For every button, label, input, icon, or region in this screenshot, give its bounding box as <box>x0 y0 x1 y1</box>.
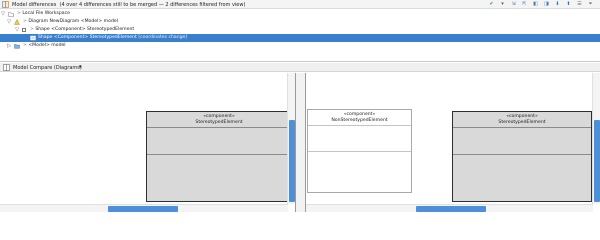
right-horizontal-scrollbar[interactable] <box>306 204 593 212</box>
scroll-thumb[interactable] <box>594 120 600 202</box>
diff-toolbar: ✔ ▾ ⇲ ⇱ ◧ ◨ ⬇ ⬆ ☰ ⏷ <box>488 1 594 8</box>
collapse-arrow-icon[interactable]: ▽ <box>14 26 20 34</box>
tree-item-prefix: > <box>23 19 27 24</box>
tree-item-label: Shape <Component> StereotypedElement <box>38 35 137 40</box>
compartment-divider <box>308 151 411 152</box>
diagram-icon <box>14 19 20 25</box>
left-vertical-scrollbar[interactable] <box>287 73 295 204</box>
model-compare-tab[interactable]: Model Compare (Diagrams) ▾ <box>0 63 600 72</box>
component-shape-left[interactable]: «component» StereotypedElement <box>146 111 292 202</box>
dropdown-icon[interactable]: ▾ <box>499 1 506 8</box>
scroll-thumb[interactable] <box>416 206 486 212</box>
tree-item-prefix: > <box>23 43 27 48</box>
tree-item-shape-change[interactable]: Shape <Component> StereotypedElement [co… <box>0 34 600 42</box>
accept-all-icon[interactable]: ⇲ <box>510 1 517 8</box>
tree-item-label: Shape <Component> StereotypedElement <box>35 27 135 32</box>
chevron-down-icon[interactable]: ▾ <box>79 64 82 70</box>
component-shape-right[interactable]: «component» StereotypedElement <box>452 111 592 202</box>
center-gutter <box>296 73 305 212</box>
right-vertical-scrollbar[interactable] <box>592 73 600 204</box>
compartment-divider <box>308 125 411 126</box>
component-name: StereotypedElement <box>498 120 546 125</box>
tree-item-label: Local File Workspace <box>22 11 70 16</box>
right-diagram-pane[interactable]: «component» NonStereotypedElement «compo… <box>305 73 600 212</box>
component-shape-non-stereotyped[interactable]: «component» NonStereotypedElement <box>307 109 412 193</box>
component-name: StereotypedElement <box>195 120 243 125</box>
tree-item-local-file-workspace[interactable]: ▽ > Local File Workspace <box>0 10 600 18</box>
compartment-divider <box>453 127 591 128</box>
scroll-thumb[interactable] <box>289 120 295 202</box>
model-differences-title: Model differences (4 over 4 differences … <box>12 2 245 8</box>
left-diagram-pane[interactable]: «component» StereotypedElement <box>0 73 296 212</box>
component-stereotype: «component» <box>506 114 538 119</box>
tree-item-shape-parent[interactable]: ▽ > Shape <Component> StereotypedElement <box>0 26 600 34</box>
workspace-icon <box>8 12 14 17</box>
merge-left-icon[interactable]: ◧ <box>532 1 539 8</box>
panel-title: Model differences <box>12 2 57 8</box>
tree-item-diagram[interactable]: ▽ > Diagram NewDiagram <Model> model <box>0 18 600 26</box>
tree-item-label: <Model> model <box>28 43 66 48</box>
collapse-arrow-icon[interactable]: ▽ <box>0 10 6 18</box>
group-icon[interactable]: ☰ <box>576 1 583 8</box>
change-icon <box>30 35 36 41</box>
filter-icon[interactable]: ⏷ <box>587 1 594 8</box>
tree-item-prefix: > <box>17 11 21 16</box>
merge-right-icon[interactable]: ◨ <box>543 1 550 8</box>
change-kind: [coordinates change] <box>138 35 188 40</box>
left-horizontal-scrollbar[interactable] <box>0 204 288 212</box>
component-stereotype: «component» <box>343 112 376 117</box>
reject-all-icon[interactable]: ⇱ <box>521 1 528 8</box>
check-green-icon[interactable]: ✔ <box>488 1 495 8</box>
compartment-divider <box>453 154 591 155</box>
component-stereotype: «component» <box>203 114 235 119</box>
compartment-divider <box>147 127 291 128</box>
compare-tab-label: Model Compare (Diagrams) <box>13 65 82 71</box>
compare-icon <box>2 1 9 8</box>
tree-item-label: Diagram NewDiagram <Model> model <box>28 19 118 24</box>
model-folder-icon <box>14 44 20 49</box>
tree-item-prefix: > <box>30 27 34 32</box>
model-differences-header: Model differences (4 over 4 differences … <box>0 0 600 9</box>
tree-item-model[interactable]: ▷ > <Model> model <box>0 42 600 50</box>
diff-summary: (4 over 4 differences still to be merged… <box>59 2 246 8</box>
shape-checkbox[interactable] <box>22 28 26 32</box>
diagram-compare-icon <box>3 64 10 71</box>
compartment-divider <box>147 154 291 155</box>
model-differences-panel: Model differences (4 over 4 differences … <box>0 0 600 62</box>
scroll-thumb[interactable] <box>108 206 178 212</box>
collapse-arrow-icon[interactable]: ▽ <box>6 18 12 26</box>
component-name: NonStereotypedElement <box>331 118 388 123</box>
next-diff-icon[interactable]: ⬇ <box>554 1 561 8</box>
expand-arrow-icon[interactable]: ▷ <box>6 42 12 50</box>
prev-diff-icon[interactable]: ⬆ <box>565 1 572 8</box>
